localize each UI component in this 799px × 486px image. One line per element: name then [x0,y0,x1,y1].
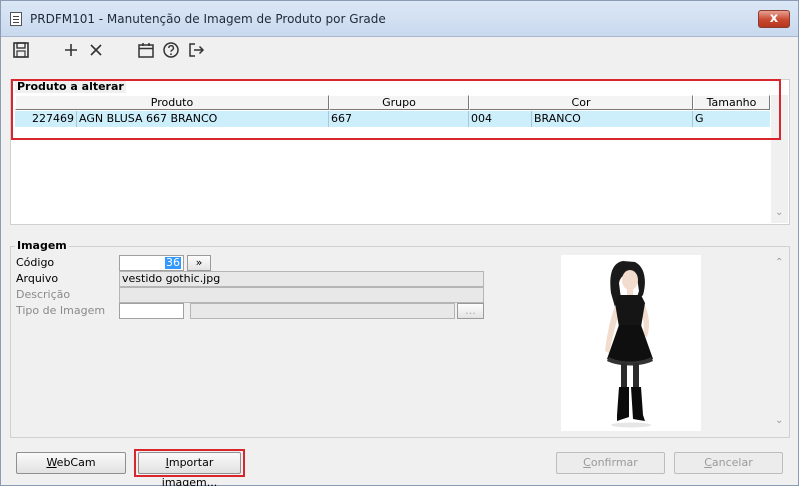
tipo-imagem-lookup-button[interactable]: ... [457,303,484,319]
codigo-value: 36 [165,256,181,269]
product-image-preview [561,255,701,431]
confirmar-accel-key: C [583,456,591,469]
cancelar-label: ancelar [711,456,753,469]
descricao-label: Descrição [16,288,71,301]
title-bar: PRDFM101 - Manutenção de Imagem de Produ… [1,1,798,37]
close-button[interactable]: x [758,10,790,28]
descricao-field[interactable] [119,287,484,303]
tipo-imagem-code-input[interactable] [119,303,184,319]
preview-vertical-scrollbar[interactable]: ⌃ ⌄ [771,255,788,431]
chevron-down-icon[interactable]: ⌄ [775,416,783,426]
window-title: PRDFM101 - Manutenção de Imagem de Produ… [30,12,386,26]
delete-icon[interactable] [86,40,106,60]
save-icon[interactable] [11,40,31,60]
confirmar-button[interactable]: Confirmar [556,452,665,474]
exit-icon[interactable] [186,40,206,60]
dress-figure-image [605,261,653,428]
add-icon[interactable] [61,40,81,60]
webcam-button[interactable]: WebCam [16,452,126,474]
document-icon [10,12,22,26]
chevron-up-icon[interactable]: ⌃ [775,258,783,268]
help-icon[interactable] [161,40,181,60]
cancelar-accel-key: C [704,456,712,469]
tipo-imagem-desc-field[interactable] [190,303,455,319]
codigo-input[interactable]: 36 [119,255,184,271]
highlight-box-importar [134,449,245,477]
codigo-label: Código [16,256,55,269]
tipo-imagem-label: Tipo de Imagem [16,304,106,317]
toolbar [1,37,798,63]
calendar-icon[interactable] [136,40,156,60]
arquivo-field[interactable]: vestido gothic.jpg [119,271,484,287]
imagem-group-label: Imagem [15,239,69,252]
highlight-box-produto [11,79,781,140]
arquivo-label: Arquivo [16,272,59,285]
chevron-down-icon[interactable]: ⌄ [775,208,783,218]
confirmar-label: onfirmar [590,456,638,469]
webcam-accel-key: W [46,456,57,469]
webcam-label: ebCam [56,456,96,469]
app-window: PRDFM101 - Manutenção de Imagem de Produ… [0,0,799,486]
cancelar-button[interactable]: Cancelar [674,452,783,474]
codigo-lookup-button[interactable]: » [187,255,211,271]
